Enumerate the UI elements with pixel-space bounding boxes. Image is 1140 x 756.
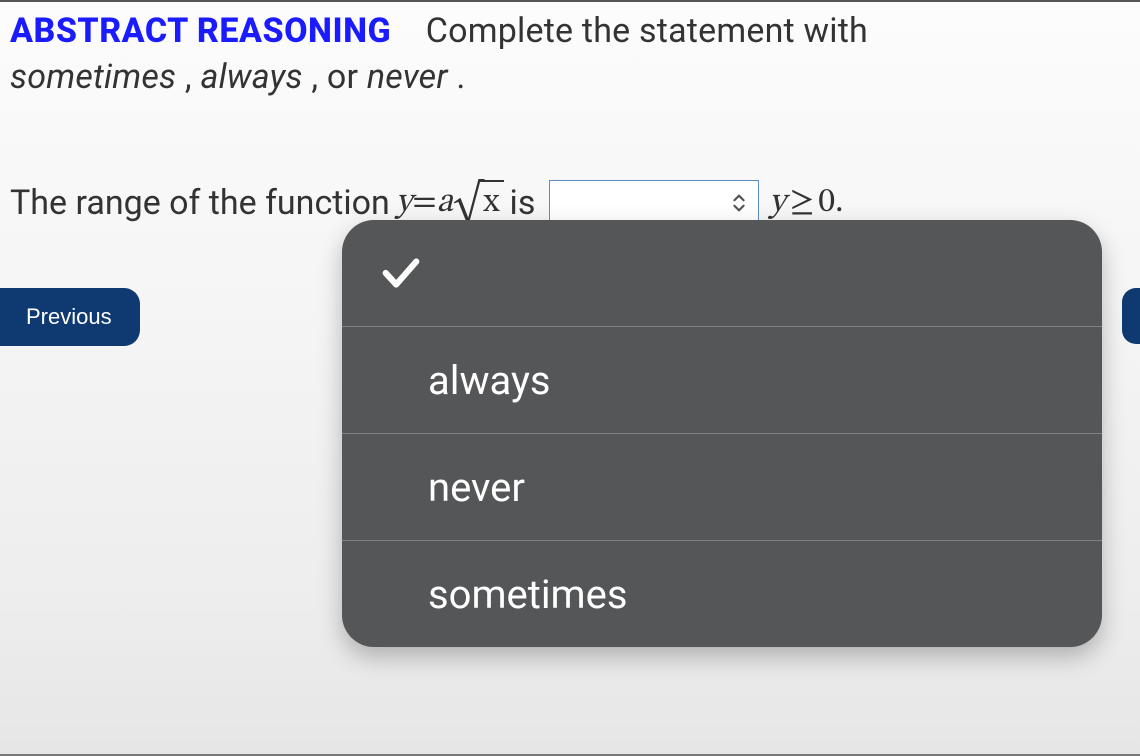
equation-coef-a: a: [437, 182, 453, 225]
dropdown-option-sometimes[interactable]: sometimes: [342, 541, 1102, 647]
check-icon: [378, 250, 424, 296]
question-after-eq: is: [510, 183, 536, 223]
radicand-x: x: [480, 180, 503, 225]
heading-option-1: sometimes: [10, 57, 176, 97]
dropdown-option-always[interactable]: always: [342, 327, 1102, 434]
equation: y = a √ x: [396, 181, 504, 226]
greater-equal-sign: ≥: [786, 182, 818, 225]
range-zero: 0: [818, 182, 835, 225]
equation-equals: =: [412, 182, 436, 225]
heading-tail: .: [456, 57, 465, 97]
dropdown-option-label: sometimes: [428, 571, 628, 618]
previous-button-label: Previous: [26, 304, 112, 329]
heading-text-1: [400, 11, 417, 51]
chevron-up-down-icon: [728, 192, 750, 214]
heading-option-2: always: [200, 57, 302, 97]
heading-text-2: Complete the statement with: [426, 11, 868, 51]
dropdown-option-label: always: [428, 357, 551, 404]
dropdown-option-never[interactable]: never: [342, 434, 1102, 541]
heading-label: ABSTRACT REASONING: [10, 11, 391, 51]
question-heading: ABSTRACT REASONING Complete the statemen…: [10, 8, 1130, 100]
answer-dropdown: always never sometimes: [342, 220, 1102, 647]
radical-sign: √: [453, 186, 483, 224]
next-button[interactable]: [1122, 288, 1140, 344]
dropdown-option-blank[interactable]: [342, 220, 1102, 327]
question-lead: The range of the function: [10, 183, 390, 223]
previous-button[interactable]: Previous: [0, 288, 140, 346]
dropdown-option-label: never: [428, 464, 525, 511]
heading-sep-1: ,: [185, 57, 201, 97]
range-period: .: [835, 182, 843, 225]
range-var-y: y: [769, 182, 785, 225]
range-expression: y ≥ 0 .: [769, 182, 843, 225]
sqrt-symbol: √ x: [453, 181, 503, 226]
heading-sep-2: , or: [311, 57, 366, 97]
equation-var-y: y: [396, 182, 412, 225]
heading-option-3: never: [367, 57, 448, 97]
